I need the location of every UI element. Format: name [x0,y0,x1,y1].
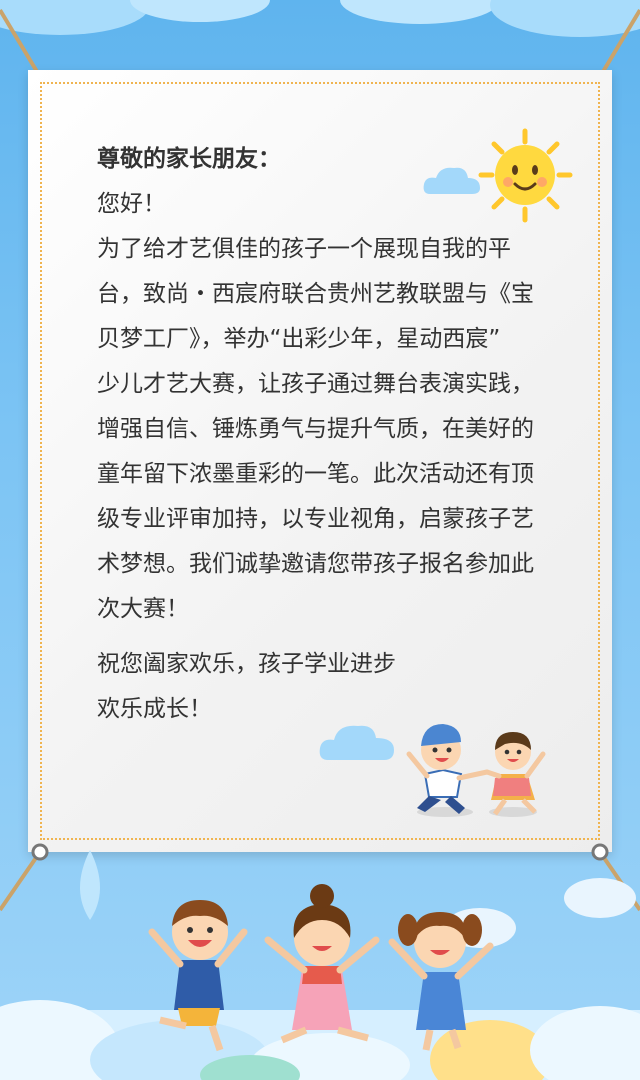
body-line: 增强自信、锤炼勇气与提升气质，在美好的 [97,416,534,442]
body-line: 少儿才艺大赛，让孩子通过舞台表演实践， [97,371,534,397]
closing-line: 祝您阖家欢乐，孩子学业进步 [97,651,396,677]
body-line: 台，致尚・西宸府联合贵州艺教联盟与《宝 [97,281,534,307]
top-clouds [0,0,640,37]
walking-kids-illustration [406,724,546,817]
greeting: 您好！ [97,191,166,217]
salutation: 尊敬的家长朋友： [97,146,281,172]
body-line: 级专业评审加持，以专业视角，启蒙孩子艺 [97,506,534,532]
cloud-icon [319,725,394,760]
jumping-kids-illustration [148,884,494,1052]
body-line: 为了给才艺俱佳的孩子一个展现自我的平 [97,236,511,262]
letter-text: 尊敬的家长朋友： 您好！ 为了给才艺俱佳的孩子一个展现自我的平 台，致尚・西宸府… [97,137,567,732]
body-line: 童年留下浓墨重彩的一笔。此次活动还有顶 [97,461,534,487]
body-line: 次大赛！ [97,596,189,622]
body-line: 贝梦工厂》，举办“出彩少年，星动西宸” [97,326,501,352]
body-line: 术梦想。我们诚挚邀请您带孩子报名参加此 [97,551,534,577]
